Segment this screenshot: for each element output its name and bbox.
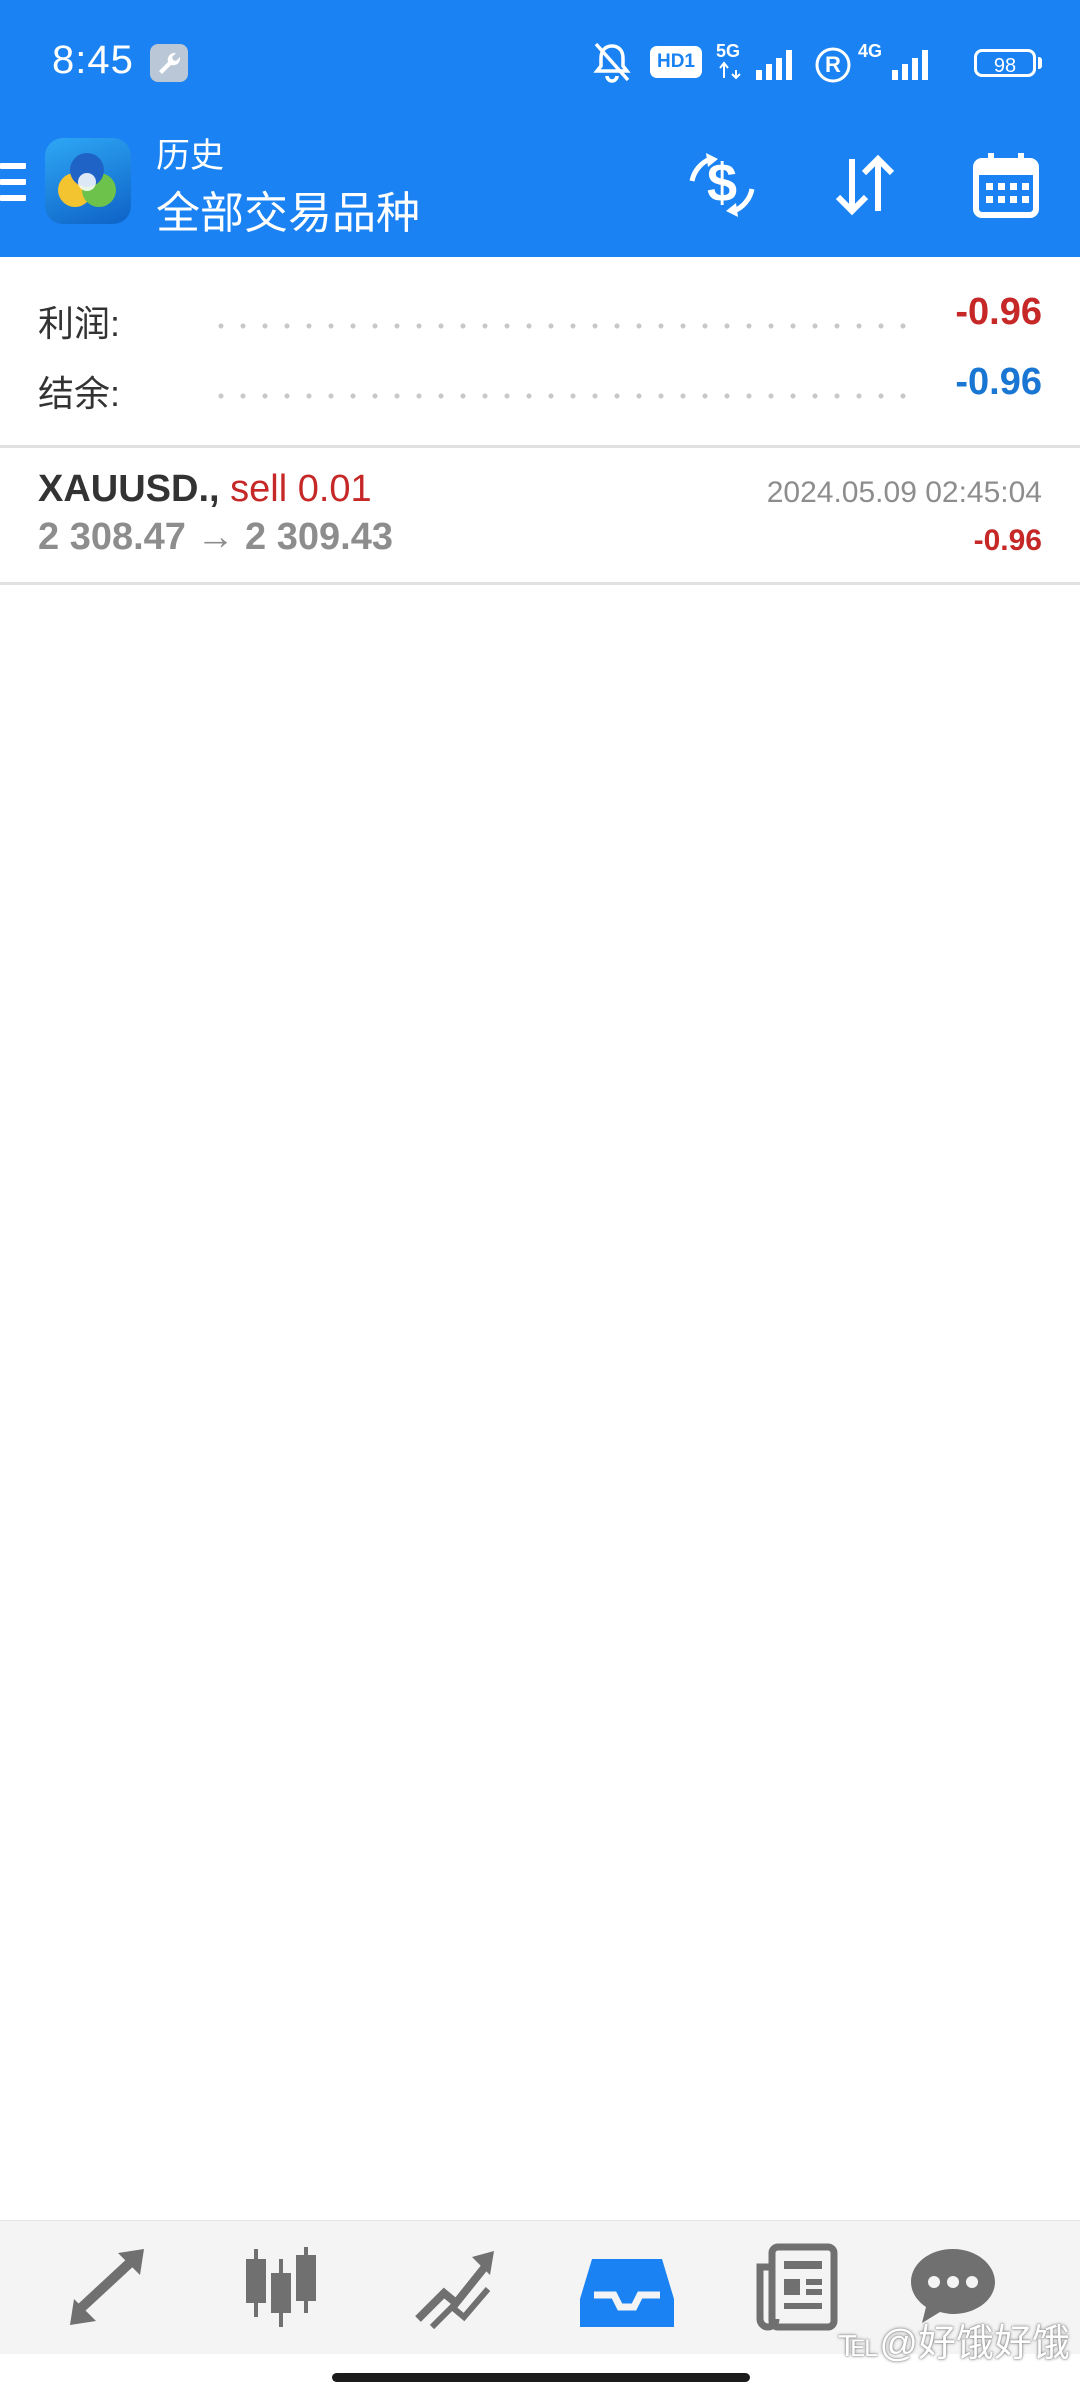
status-bar: 8:45 HD1 5G R 4G 98	[0, 0, 1080, 125]
roaming-icon: R	[814, 46, 852, 89]
wrench-icon	[150, 44, 188, 82]
deal-header: XAUUSD., sell 0.01	[38, 468, 372, 511]
balance-value: -0.96	[955, 361, 1042, 403]
battery-icon: 98	[974, 49, 1036, 77]
mute-bell-icon	[592, 40, 632, 89]
signal-5g-icon: 5G	[716, 40, 806, 91]
app-logo	[45, 138, 131, 224]
status-time: 8:45	[52, 38, 134, 82]
chart-icon[interactable]	[226, 2237, 336, 2337]
profit-value: -0.96	[955, 291, 1042, 333]
calendar-icon[interactable]	[966, 145, 1046, 225]
trade-icon[interactable]	[400, 2237, 510, 2337]
sort-icon[interactable]	[824, 145, 904, 225]
price-arrow: →	[196, 516, 235, 558]
watermark: ℡@好饿好饿	[838, 2323, 1070, 2365]
home-indicator[interactable]	[332, 2373, 750, 2382]
menu-icon[interactable]	[0, 163, 28, 213]
close-price: 2 309.43	[245, 516, 393, 558]
summary-panel: 利润: -0.96 结余: -0.96	[0, 257, 1080, 447]
deal-profit: -0.96	[973, 524, 1042, 557]
quotes-icon[interactable]	[52, 2237, 162, 2337]
deal-type: sell 0.01	[230, 468, 372, 510]
signal-4g-icon: 4G	[858, 40, 942, 91]
deal-symbol: XAUUSD.,	[38, 468, 220, 510]
divider	[0, 582, 1080, 585]
app-bar: 历史 全部交易品种 $	[0, 125, 1080, 257]
dot-leader	[210, 393, 920, 399]
hd-badge: HD1	[649, 46, 702, 78]
currency-swap-icon[interactable]: $	[682, 145, 762, 225]
profit-row: 利润: -0.96	[0, 289, 1080, 349]
header: 8:45 HD1 5G R 4G 98 历史 全部交易品种 $	[0, 0, 1080, 257]
dot-leader	[210, 323, 920, 329]
deal-row[interactable]: XAUUSD., sell 0.01 2 308.47 → 2 309.43 2…	[0, 448, 1080, 582]
deal-prices: 2 308.47 → 2 309.43	[38, 516, 393, 559]
page-title[interactable]: 全部交易品种	[156, 177, 420, 241]
page-subtitle: 历史	[156, 137, 224, 175]
battery-tip	[1038, 57, 1042, 69]
balance-label: 结余:	[38, 373, 121, 414]
profit-label: 利润:	[38, 303, 121, 344]
balance-row: 结余: -0.96	[0, 359, 1080, 419]
deal-time: 2024.05.09 02:45:04	[766, 476, 1042, 509]
history-icon[interactable]	[572, 2237, 682, 2337]
open-price: 2 308.47	[38, 516, 186, 558]
